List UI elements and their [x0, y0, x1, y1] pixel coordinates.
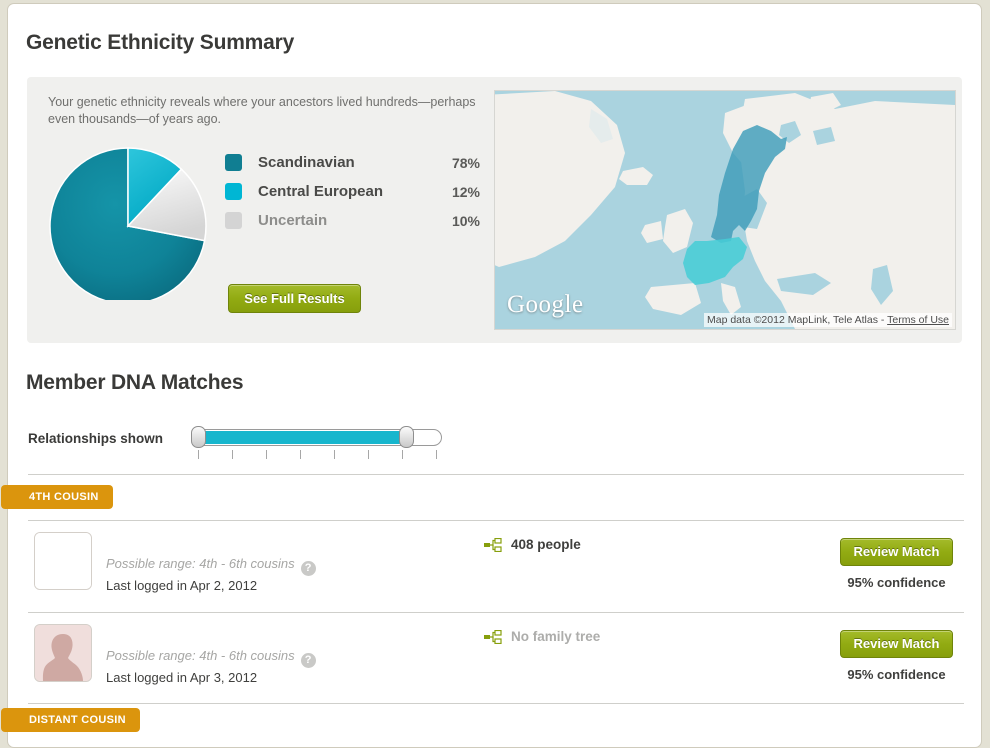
legend-row: Scandinavian 78% [225, 148, 480, 177]
possible-range-text: Possible range: 4th - 6th cousins? [106, 556, 316, 576]
possible-range-label: Possible range: 4th - 6th cousins [106, 556, 295, 571]
slider-tick [334, 450, 335, 459]
last-login-text: Last logged in Apr 2, 2012 [106, 578, 258, 593]
help-icon[interactable]: ? [300, 561, 316, 576]
divider [28, 474, 964, 475]
confidence-text: 95% confidence [847, 575, 946, 590]
legend-swatch-scandinavian [225, 154, 242, 171]
slider-handle-max[interactable] [399, 426, 414, 448]
confidence-text: 95% confidence [847, 667, 946, 682]
divider [28, 520, 964, 521]
divider [28, 703, 964, 704]
review-match-button[interactable]: Review Match [840, 630, 953, 658]
slider-tick [436, 450, 437, 459]
legend-percent: 78% [451, 154, 480, 171]
avatar[interactable] [34, 624, 92, 682]
divider [28, 612, 964, 613]
family-tree-text: No family tree [511, 629, 601, 644]
group-badge-4th-cousin: 4TH COUSIN [1, 485, 113, 509]
legend-row: Central European 12% [225, 177, 480, 206]
review-match-button[interactable]: Review Match [840, 538, 953, 566]
possible-range-label: Possible range: 4th - 6th cousins [106, 648, 295, 663]
slider-tick [266, 450, 267, 459]
legend-percent: 12% [451, 183, 480, 200]
slider-label: Relationships shown [28, 431, 164, 446]
slider-tick [368, 450, 369, 459]
slider-tick [300, 450, 301, 459]
legend-percent: 10% [451, 212, 480, 229]
slider-tick [402, 450, 403, 459]
map-attribution: Map data ©2012 MapLink, Tele Atlas - Ter… [704, 313, 952, 327]
last-login-text: Last logged in Apr 3, 2012 [106, 670, 258, 685]
legend-row: Uncertain 10% [225, 206, 480, 235]
legend-swatch-uncertain [225, 212, 242, 229]
map-attribution-text: Map data ©2012 MapLink, Tele Atlas - [707, 314, 888, 326]
see-full-results-button[interactable]: See Full Results [228, 284, 361, 313]
ethnicity-legend: Scandinavian 78% Central European 12% Un… [225, 148, 480, 235]
family-tree-info: 408 people [484, 537, 581, 552]
legend-label: Uncertain [258, 212, 328, 229]
family-tree-icon [484, 629, 502, 644]
slider-ticks [187, 450, 449, 460]
avatar[interactable] [34, 532, 92, 590]
ethnicity-pie-chart [48, 140, 208, 300]
slider-tick [232, 450, 233, 459]
family-tree-icon [484, 537, 502, 552]
possible-range-text: Possible range: 4th - 6th cousins? [106, 648, 316, 668]
relationships-shown-slider[interactable] [187, 425, 449, 459]
slider-handle-min[interactable] [191, 426, 206, 448]
family-tree-text: 408 people [511, 537, 581, 552]
slider-tick [198, 450, 199, 459]
legend-swatch-central-european [225, 183, 242, 200]
table-row[interactable]: Possible range: 4th - 6th cousins? Last … [28, 523, 964, 613]
page-title: Genetic Ethnicity Summary [26, 31, 295, 54]
slider-fill [196, 431, 405, 444]
ethnicity-intro-text: Your genetic ethnicity reveals where you… [48, 95, 476, 126]
legend-label: Central European [258, 183, 384, 200]
ethnicity-map[interactable]: Google Map data ©2012 MapLink, Tele Atla… [494, 90, 956, 330]
google-logo: Google [507, 291, 584, 318]
table-row[interactable]: Possible range: 4th - 6th cousins? Last … [28, 615, 964, 705]
group-badge-distant-cousin: DISTANT COUSIN [1, 708, 140, 732]
main-card: Genetic Ethnicity Summary Your genetic e… [1, 3, 982, 748]
terms-of-use-link[interactable]: Terms of Use [887, 314, 949, 326]
family-tree-info: No family tree [484, 629, 600, 644]
section-title-member-dna-matches: Member DNA Matches [26, 371, 244, 394]
ethnicity-summary-panel: Your genetic ethnicity reveals where you… [27, 77, 962, 343]
help-icon[interactable]: ? [300, 653, 316, 668]
legend-label: Scandinavian [258, 154, 355, 171]
